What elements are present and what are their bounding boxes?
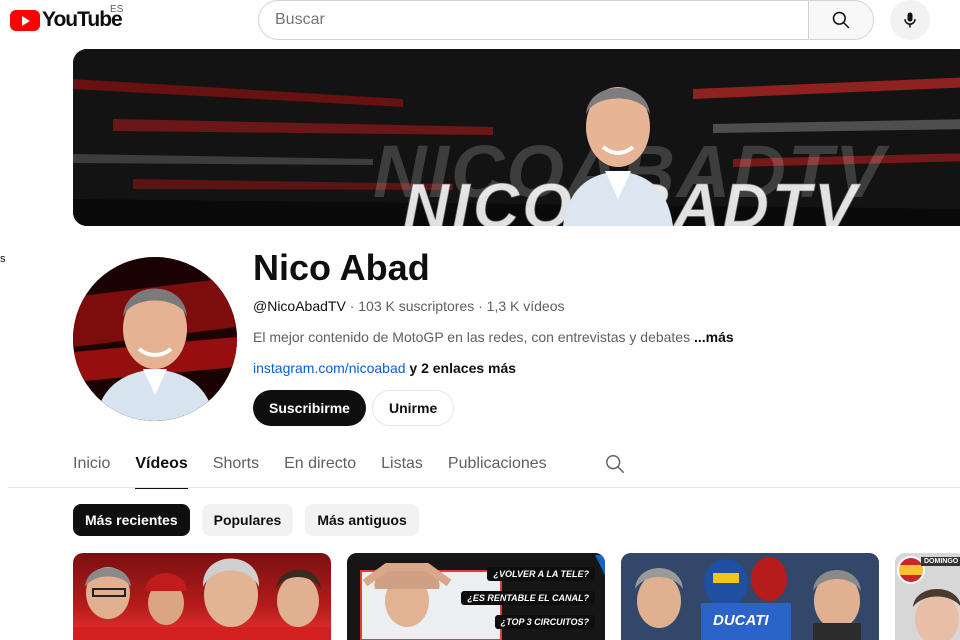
channel-search-button[interactable] <box>604 453 626 480</box>
thumbnail-caption: ¿TOP 3 CIRCUITOS? <box>494 615 595 629</box>
video-thumbnail[interactable] <box>73 553 331 640</box>
search-input[interactable] <box>258 0 808 40</box>
chip-popular[interactable]: Populares <box>201 504 294 536</box>
youtube-play-icon <box>10 9 40 31</box>
meta-separator: · <box>345 298 359 314</box>
thumbnail-caption: ¿ES RENTABLE EL CANAL? <box>461 591 595 605</box>
tab-en-directo[interactable]: En directo <box>284 443 356 487</box>
video-thumbnail[interactable]: DUCATI <box>621 553 879 640</box>
top-bar: YouTube ES <box>0 0 960 42</box>
voice-search-button[interactable] <box>890 0 930 40</box>
sidebar-fragment: s <box>0 253 6 265</box>
channel-meta: @NicoAbadTV · 103 K suscriptores · 1,3 K… <box>253 298 565 314</box>
tab-publicaciones[interactable]: Publicaciones <box>448 443 547 487</box>
channel-description[interactable]: El mejor contenido de MotoGP en las rede… <box>253 329 734 345</box>
description-more-link[interactable]: ...más <box>694 329 734 345</box>
tab-listas[interactable]: Listas <box>381 443 423 487</box>
channel-avatar[interactable] <box>73 257 237 421</box>
channel-handle: @NicoAbadTV <box>253 298 346 314</box>
thumbnail-image <box>73 558 331 640</box>
channel-links: instagram.com/nicoabad y 2 enlaces más <box>253 360 516 376</box>
video-count: 1,3 K vídeos <box>486 298 565 314</box>
more-links[interactable]: y 2 enlaces más <box>406 360 516 376</box>
video-thumbnail[interactable]: DOMINGO <box>895 553 960 640</box>
subscriber-count: 103 K suscriptores <box>358 298 475 314</box>
search-button[interactable] <box>808 0 874 40</box>
thumbnail-image: DUCATI <box>621 553 879 640</box>
instagram-link[interactable]: instagram.com/nicoabad <box>253 360 406 376</box>
channel-name: Nico Abad <box>253 247 430 288</box>
microphone-icon <box>904 12 916 28</box>
channel-tabs: Inicio Vídeos Shorts En directo Listas P… <box>73 443 572 489</box>
subscribe-button[interactable]: Suscribirme <box>253 390 366 426</box>
thumbnail-badge: DOMINGO <box>921 557 960 566</box>
tab-inicio[interactable]: Inicio <box>73 443 110 487</box>
tab-videos[interactable]: Vídeos <box>135 443 189 489</box>
channel-banner: NICOABADTV NICOABADTV <box>73 49 960 226</box>
youtube-logo[interactable]: YouTube <box>10 8 123 32</box>
thumbnail-brand-text: DUCATI <box>713 612 769 629</box>
sort-chips: Más recientes Populares Más antiguos <box>73 504 431 536</box>
join-button[interactable]: Unirme <box>372 390 455 426</box>
description-text: El mejor contenido de MotoGP en las rede… <box>253 329 694 345</box>
banner-portrait <box>563 87 673 226</box>
chip-oldest[interactable]: Más antiguos <box>305 504 419 536</box>
thumbnail-caption: ¿VOLVER A LA TELE? <box>487 567 595 581</box>
tabs-divider <box>8 487 960 488</box>
search-icon <box>606 455 624 473</box>
country-code: ES <box>110 4 124 15</box>
search-bar <box>258 0 874 40</box>
video-thumbnail[interactable]: ¿VOLVER A LA TELE? ¿ES RENTABLE EL CANAL… <box>347 553 605 640</box>
tab-shorts[interactable]: Shorts <box>213 443 259 487</box>
avatar-image <box>73 257 237 421</box>
thumbnail-image <box>895 553 960 640</box>
chip-most-recent[interactable]: Más recientes <box>73 504 190 536</box>
meta-separator: · <box>474 298 487 314</box>
search-icon <box>832 11 850 29</box>
